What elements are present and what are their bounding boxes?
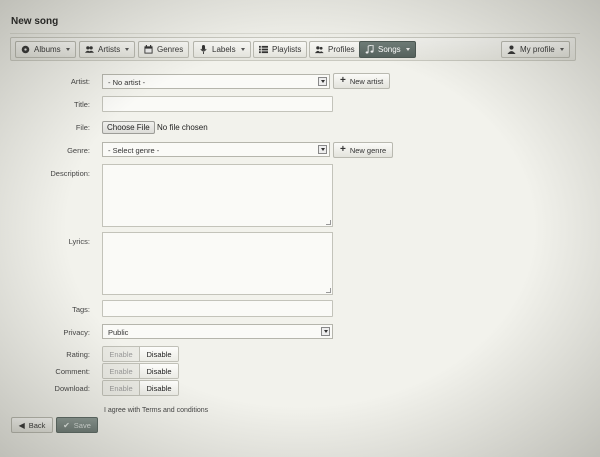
comment-enable-button[interactable]: Enable xyxy=(103,364,140,378)
nav-my-profile-label: My profile xyxy=(520,45,555,54)
nav-albums-label: Albums xyxy=(34,45,61,54)
select-arrow-icon xyxy=(321,327,330,336)
genre-label: Genre: xyxy=(67,146,90,155)
terms-agreement: I agree with Terms and conditions xyxy=(104,407,208,414)
download-enable-button[interactable]: Enable xyxy=(103,381,140,395)
resize-grip-icon[interactable] xyxy=(326,288,331,293)
select-arrow-icon xyxy=(318,77,327,86)
main-navbar: Albums Artists Genres Labels Playlists P… xyxy=(10,37,576,61)
save-button[interactable]: ✔ Save xyxy=(56,417,98,433)
new-artist-button[interactable]: + New artist xyxy=(333,73,391,89)
artist-select-value: - No artist - xyxy=(108,78,146,87)
title-label: Title: xyxy=(74,100,90,109)
new-artist-label: New artist xyxy=(349,76,384,86)
download-label: Download: xyxy=(54,384,90,393)
genre-select-value: - Select genre - xyxy=(108,146,160,155)
chevron-down-icon xyxy=(240,48,245,51)
nav-playlists-label: Playlists xyxy=(272,45,302,54)
new-genre-button[interactable]: + New genre xyxy=(333,142,394,158)
chevron-down-icon xyxy=(559,48,564,51)
nav-playlists[interactable]: Playlists xyxy=(253,41,308,58)
calendar-icon xyxy=(144,45,153,54)
nav-artists-label: Artists xyxy=(98,45,121,54)
chevron-down-icon xyxy=(125,48,130,51)
arrow-left-icon: ◀ xyxy=(18,420,25,430)
rating-label: Rating: xyxy=(66,350,90,359)
artist-select[interactable]: - No artist - xyxy=(102,74,330,89)
select-arrow-icon xyxy=(318,145,327,154)
rating-disable-button[interactable]: Disable xyxy=(140,347,178,361)
nav-songs-label: Songs xyxy=(378,45,401,54)
nav-genres-label: Genres xyxy=(157,45,184,54)
privacy-select[interactable]: Public xyxy=(102,324,333,339)
description-label: Description: xyxy=(50,169,90,178)
nav-my-profile-dropdown[interactable]: My profile xyxy=(501,41,570,58)
microphone-icon xyxy=(199,45,208,54)
rating-enable-button[interactable]: Enable xyxy=(103,347,140,361)
tags-label: Tags: xyxy=(72,305,90,314)
artist-label: Artist: xyxy=(70,77,90,86)
page-title: New song xyxy=(11,16,59,27)
download-toggle: Enable Disable xyxy=(102,380,179,396)
plus-icon: + xyxy=(340,144,346,155)
genre-select[interactable]: - Select genre - xyxy=(102,142,330,157)
file-status: No file chosen xyxy=(157,123,208,132)
comment-toggle: Enable Disable xyxy=(102,363,179,379)
back-label: Back xyxy=(28,420,46,430)
comment-label: Comment: xyxy=(55,367,90,376)
chevron-down-icon xyxy=(405,48,410,51)
privacy-select-value: Public xyxy=(108,328,129,337)
nav-profiles-label: Profiles xyxy=(328,45,355,54)
nav-labels-label: Labels xyxy=(212,45,236,54)
nav-genres[interactable]: Genres xyxy=(138,41,190,58)
back-button[interactable]: ◀ Back xyxy=(11,417,53,433)
users-icon xyxy=(85,45,94,54)
nav-artists-dropdown[interactable]: Artists xyxy=(79,41,136,58)
download-disable-button[interactable]: Disable xyxy=(140,381,178,395)
terms-prefix: I agree with xyxy=(104,407,141,414)
lyrics-textarea[interactable] xyxy=(102,232,333,295)
nav-albums-dropdown[interactable]: Albums xyxy=(15,41,76,58)
user-icon xyxy=(507,45,516,54)
title-divider xyxy=(10,33,580,34)
title-input[interactable] xyxy=(102,96,333,112)
people-icon xyxy=(315,45,324,54)
list-icon xyxy=(259,45,268,54)
disc-icon xyxy=(21,45,30,54)
new-genre-label: New genre xyxy=(349,145,387,155)
nav-songs-dropdown[interactable]: Songs xyxy=(359,41,416,58)
music-note-icon xyxy=(365,45,374,54)
file-label: File: xyxy=(75,123,90,132)
choose-file-button[interactable]: Choose File xyxy=(102,121,155,134)
vignette-overlay xyxy=(0,0,600,457)
nav-profiles[interactable]: Profiles xyxy=(309,41,361,58)
resize-grip-icon[interactable] xyxy=(326,220,331,225)
plus-icon: + xyxy=(340,75,346,86)
lyrics-label: Lyrics: xyxy=(68,237,90,246)
nav-labels-dropdown[interactable]: Labels xyxy=(193,41,251,58)
tags-input[interactable] xyxy=(102,300,333,317)
rating-toggle: Enable Disable xyxy=(102,346,179,362)
chevron-down-icon xyxy=(65,48,70,51)
comment-disable-button[interactable]: Disable xyxy=(140,364,178,378)
save-label: Save xyxy=(73,420,91,430)
check-icon: ✔ xyxy=(63,420,70,430)
terms-link[interactable]: Terms and conditions xyxy=(142,407,208,414)
privacy-label: Privacy: xyxy=(63,328,90,337)
description-textarea[interactable] xyxy=(102,164,333,227)
